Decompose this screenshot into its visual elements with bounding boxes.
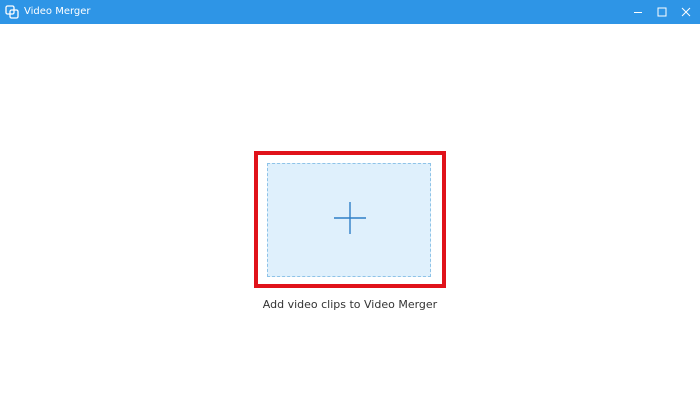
- video-merger-window: Video Merger Add video clips to Video Me…: [0, 0, 700, 394]
- close-icon: [681, 7, 691, 17]
- title-bar[interactable]: Video Merger: [0, 0, 700, 24]
- maximize-icon: [657, 7, 667, 17]
- add-video-clips-label: Add video clips to Video Merger: [262, 298, 438, 311]
- minimize-icon: [634, 12, 642, 13]
- plus-icon[interactable]: [333, 201, 367, 235]
- video-merger-app-icon: [5, 5, 19, 19]
- window-title: Video Merger: [24, 6, 91, 17]
- close-button[interactable]: [672, 0, 700, 24]
